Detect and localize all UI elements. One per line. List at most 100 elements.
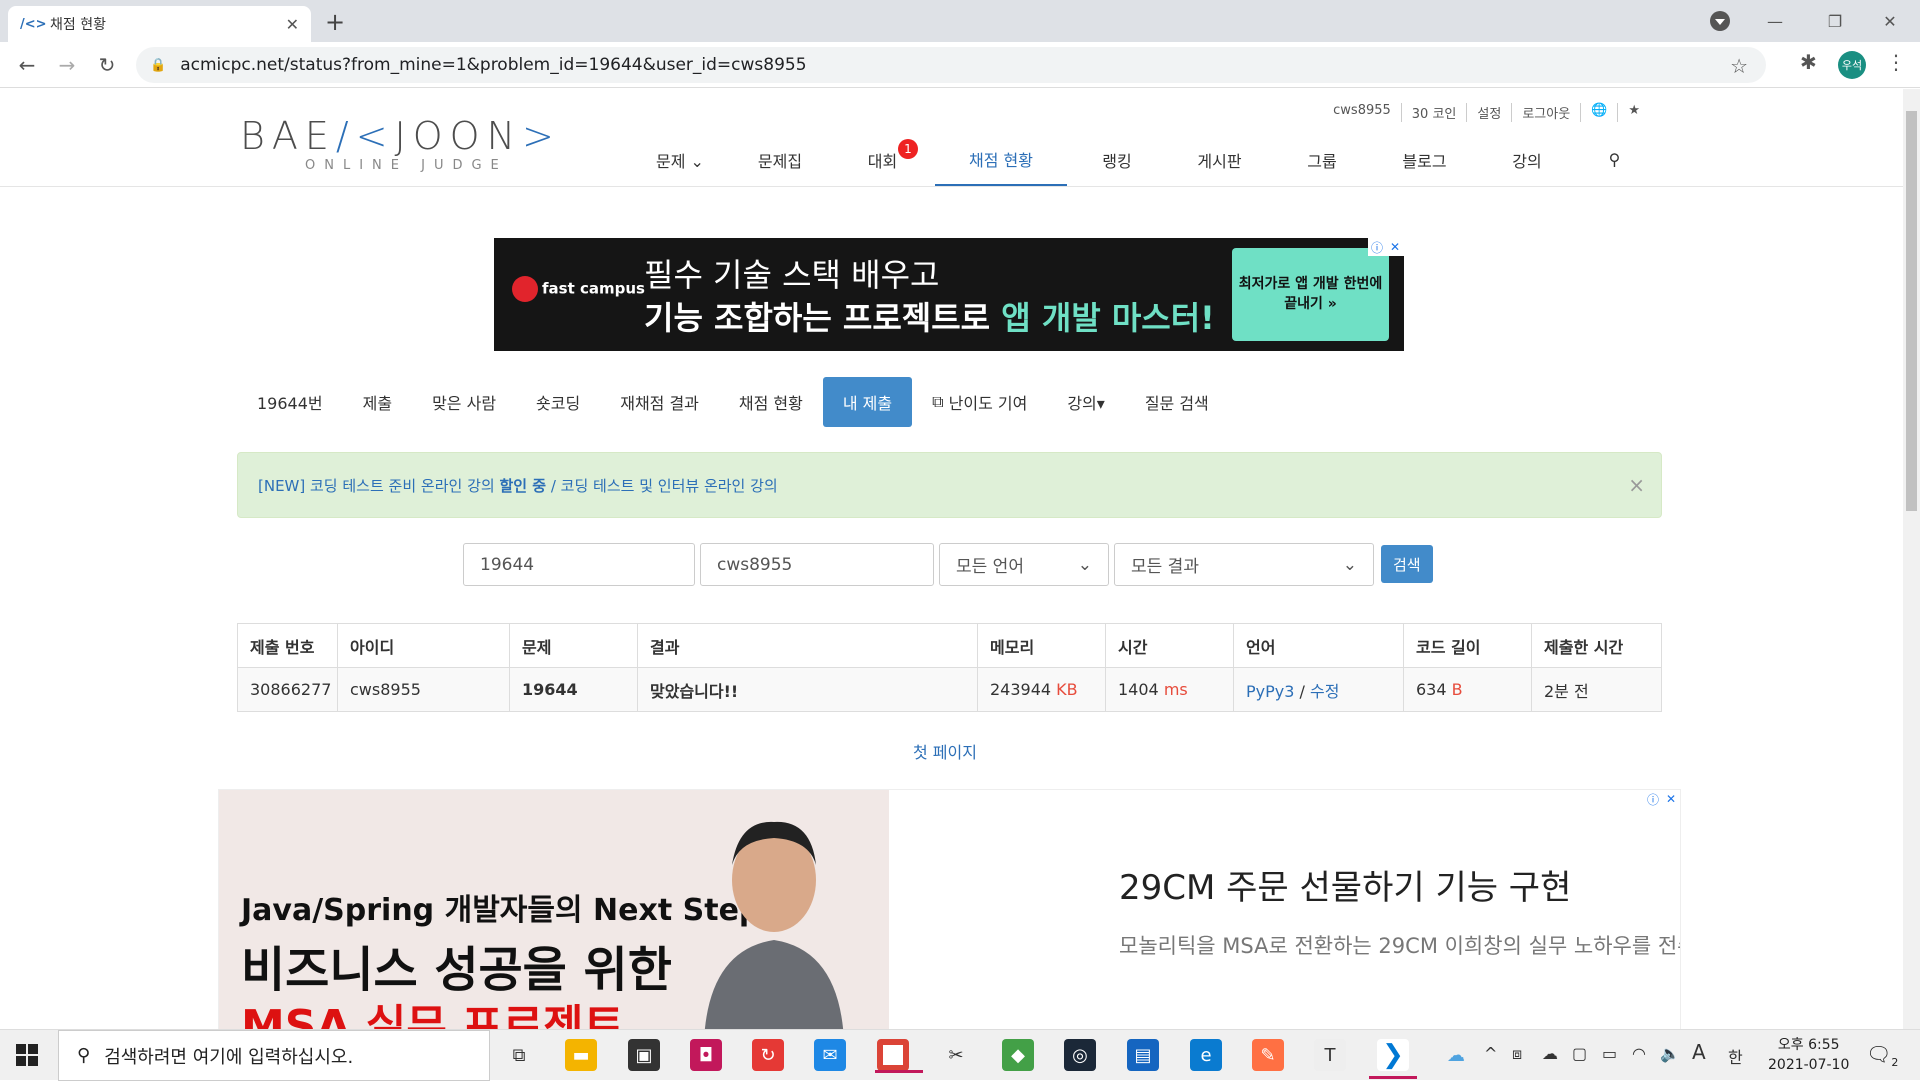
result-select[interactable]: 모든 결과 ⌄ xyxy=(1114,543,1374,586)
subnav-difficulty[interactable]: ⧉ 난이도 기여 xyxy=(912,377,1047,427)
notification-icon[interactable]: 🗨2 xyxy=(1866,1042,1898,1069)
onedrive-icon[interactable]: ☁ xyxy=(1542,1044,1558,1063)
chrome-icon[interactable] xyxy=(875,1039,923,1073)
reload-icon[interactable]: ↻ xyxy=(92,50,122,80)
new-tab-icon[interactable]: + xyxy=(325,8,345,36)
nav-status[interactable]: 채점 현황 xyxy=(935,133,1067,186)
problem-id-input[interactable]: 19644 xyxy=(463,543,695,586)
snipping-tool-icon[interactable]: ✂ xyxy=(940,1039,972,1071)
photos-icon[interactable]: ◆ xyxy=(1002,1039,1034,1071)
top-user-menu: cws8955 30 코인 설정 로그아웃 🌐 ★ xyxy=(1323,103,1650,122)
bottom-ad-banner[interactable]: Java/Spring 개발자들의 Next Step! 비즈니스 성공을 위한… xyxy=(218,789,1681,1029)
top-menu-logout[interactable]: 로그아웃 xyxy=(1512,103,1582,122)
taskbar-clock[interactable]: 오후 6:55 2021-07-10 xyxy=(1768,1035,1849,1075)
sync-app-icon[interactable]: ↻ xyxy=(752,1039,784,1071)
address-bar[interactable]: 🔒 acmicpc.net/status?from_mine=1&problem… xyxy=(136,47,1766,83)
col-submitted-time: 제출한 시간 xyxy=(1531,623,1662,668)
subnav-question-search[interactable]: 질문 검색 xyxy=(1125,377,1229,427)
extensions-icon[interactable]: ✱ xyxy=(1800,50,1817,74)
subnav-problem[interactable]: 19644번 xyxy=(237,377,343,427)
search-icon[interactable]: ⚲ xyxy=(1577,133,1652,186)
task-view-icon[interactable]: ⧉ xyxy=(503,1039,535,1071)
subnav-lecture-dropdown[interactable]: 강의▾ xyxy=(1047,377,1124,427)
cell-user-link[interactable]: cws8955 xyxy=(337,667,510,712)
subnav-accepted-users[interactable]: 맞은 사람 xyxy=(412,377,516,427)
subnav-status[interactable]: 채점 현황 xyxy=(719,377,823,427)
wifi-icon[interactable]: ◠ xyxy=(1632,1044,1646,1063)
bookmark-star-icon[interactable]: ☆ xyxy=(1730,54,1748,78)
language-select[interactable]: 모든 언어 ⌄ xyxy=(939,543,1109,586)
nav-group[interactable]: 그룹 xyxy=(1272,133,1372,186)
ad-close-icon[interactable]: ✕ xyxy=(1662,790,1680,808)
minimize-icon[interactable]: — xyxy=(1745,0,1805,42)
windows-start-icon[interactable] xyxy=(16,1044,38,1066)
subnav-short-coding[interactable]: 숏코딩 xyxy=(516,377,600,427)
cell-memory: 243944 KB xyxy=(977,667,1106,712)
ad-info-icon[interactable]: ⓘ xyxy=(1368,238,1386,256)
edge-icon[interactable]: e xyxy=(1190,1039,1222,1071)
cell-submitted-time[interactable]: 2분 전 xyxy=(1531,667,1662,712)
nav-contest[interactable]: 대회 1 xyxy=(830,133,935,186)
mail-icon[interactable]: ✉ xyxy=(814,1039,846,1071)
tray-app-icon[interactable]: ⧈ xyxy=(1512,1044,1522,1064)
top-menu-coins[interactable]: 30 코인 xyxy=(1402,103,1468,122)
subnav-submit[interactable]: 제출 xyxy=(343,377,412,427)
weather-icon[interactable]: ☁ xyxy=(1440,1039,1472,1071)
nav-workbook[interactable]: 문제집 xyxy=(730,133,830,186)
edit-link[interactable]: 수정 xyxy=(1310,682,1339,701)
site-logo[interactable]: BAE/<JOON> ONLINE JUDGE xyxy=(240,114,561,173)
top-menu-user[interactable]: cws8955 xyxy=(1323,103,1402,122)
nav-board[interactable]: 게시판 xyxy=(1167,133,1272,186)
col-time: 시간 xyxy=(1105,623,1234,668)
ad-close-icon[interactable]: ✕ xyxy=(1386,238,1404,256)
pen-app-icon[interactable]: ✎ xyxy=(1252,1039,1284,1071)
profile-avatar[interactable]: 우석 xyxy=(1838,51,1866,79)
globe-icon[interactable]: 🌐 xyxy=(1581,103,1619,122)
subnav-rejudge[interactable]: 재채점 결과 xyxy=(600,377,719,427)
menu-kebab-icon[interactable]: ⋮ xyxy=(1886,50,1906,74)
reader-icon[interactable]: ▤ xyxy=(1127,1039,1159,1071)
close-tab-icon[interactable]: ✕ xyxy=(286,15,299,34)
file-explorer-icon[interactable]: ▬ xyxy=(565,1039,597,1071)
tray-window-icon[interactable]: ▢ xyxy=(1572,1044,1587,1063)
browser-tab[interactable]: /<> 채점 현황 ✕ xyxy=(8,6,311,42)
scrollbar-thumb[interactable] xyxy=(1906,111,1917,511)
vscode-icon[interactable]: ❯ xyxy=(1369,1039,1417,1079)
nav-lecture[interactable]: 강의 xyxy=(1477,133,1577,186)
back-icon[interactable]: ← xyxy=(12,50,42,80)
lock-icon: 🔒 xyxy=(150,57,167,73)
ad-info-icon[interactable]: ⓘ xyxy=(1644,790,1662,808)
cell-language: PyPy3 / 수정 xyxy=(1233,667,1404,712)
language-link[interactable]: PyPy3 xyxy=(1246,682,1294,701)
top-menu-settings[interactable]: 설정 xyxy=(1467,103,1513,122)
store-icon[interactable]: ▣ xyxy=(628,1039,660,1071)
ime-lang[interactable]: 한 xyxy=(1728,1044,1743,1068)
restore-icon[interactable]: ❐ xyxy=(1805,0,1865,42)
subnav-my-submissions[interactable]: 내 제출 xyxy=(822,377,913,427)
ime-mode[interactable]: A xyxy=(1692,1040,1706,1064)
typora-icon[interactable]: T xyxy=(1314,1039,1346,1071)
cell-problem-link[interactable]: 19644 xyxy=(509,667,638,712)
star-icon[interactable]: ★ xyxy=(1618,103,1650,122)
app-icon-pink[interactable]: ◘ xyxy=(690,1039,722,1071)
page-scrollbar[interactable] xyxy=(1903,89,1920,1029)
taskbar-search[interactable]: ⚲ 검색하려면 여기에 입력하십시오. xyxy=(58,1030,490,1081)
volume-icon[interactable]: 🔈 xyxy=(1660,1044,1680,1063)
steam-icon[interactable]: ◎ xyxy=(1064,1039,1096,1071)
search-button[interactable]: 검색 xyxy=(1381,545,1433,583)
battery-icon[interactable]: ▭ xyxy=(1602,1044,1617,1063)
tray-chevron-icon[interactable]: ^ xyxy=(1484,1044,1497,1063)
tab-search-icon[interactable] xyxy=(1710,11,1730,31)
first-page-link[interactable]: 첫 페이지 xyxy=(913,739,977,763)
user-id-input[interactable]: cws8955 xyxy=(700,543,934,586)
cell-code-length: 634 B xyxy=(1403,667,1532,712)
top-ad-banner[interactable]: fast campus 필수 기술 스택 배우고 기능 조합하는 프로젝트로 앱… xyxy=(494,238,1404,351)
alert-close-icon[interactable]: × xyxy=(1628,473,1645,497)
nav-blog[interactable]: 블로그 xyxy=(1372,133,1477,186)
forward-icon[interactable]: → xyxy=(52,50,82,80)
nav-ranking[interactable]: 랭킹 xyxy=(1067,133,1167,186)
close-window-icon[interactable]: ✕ xyxy=(1860,0,1920,42)
alert-text[interactable]: [NEW] 코딩 테스트 준비 온라인 강의 할인 중 / 코딩 테스트 및 인… xyxy=(258,475,778,496)
ad-cta-button[interactable]: 최저가로 앱 개발 한번에 끝내기 » xyxy=(1232,248,1389,341)
nav-problems[interactable]: 문제 ⌄ xyxy=(630,133,730,186)
